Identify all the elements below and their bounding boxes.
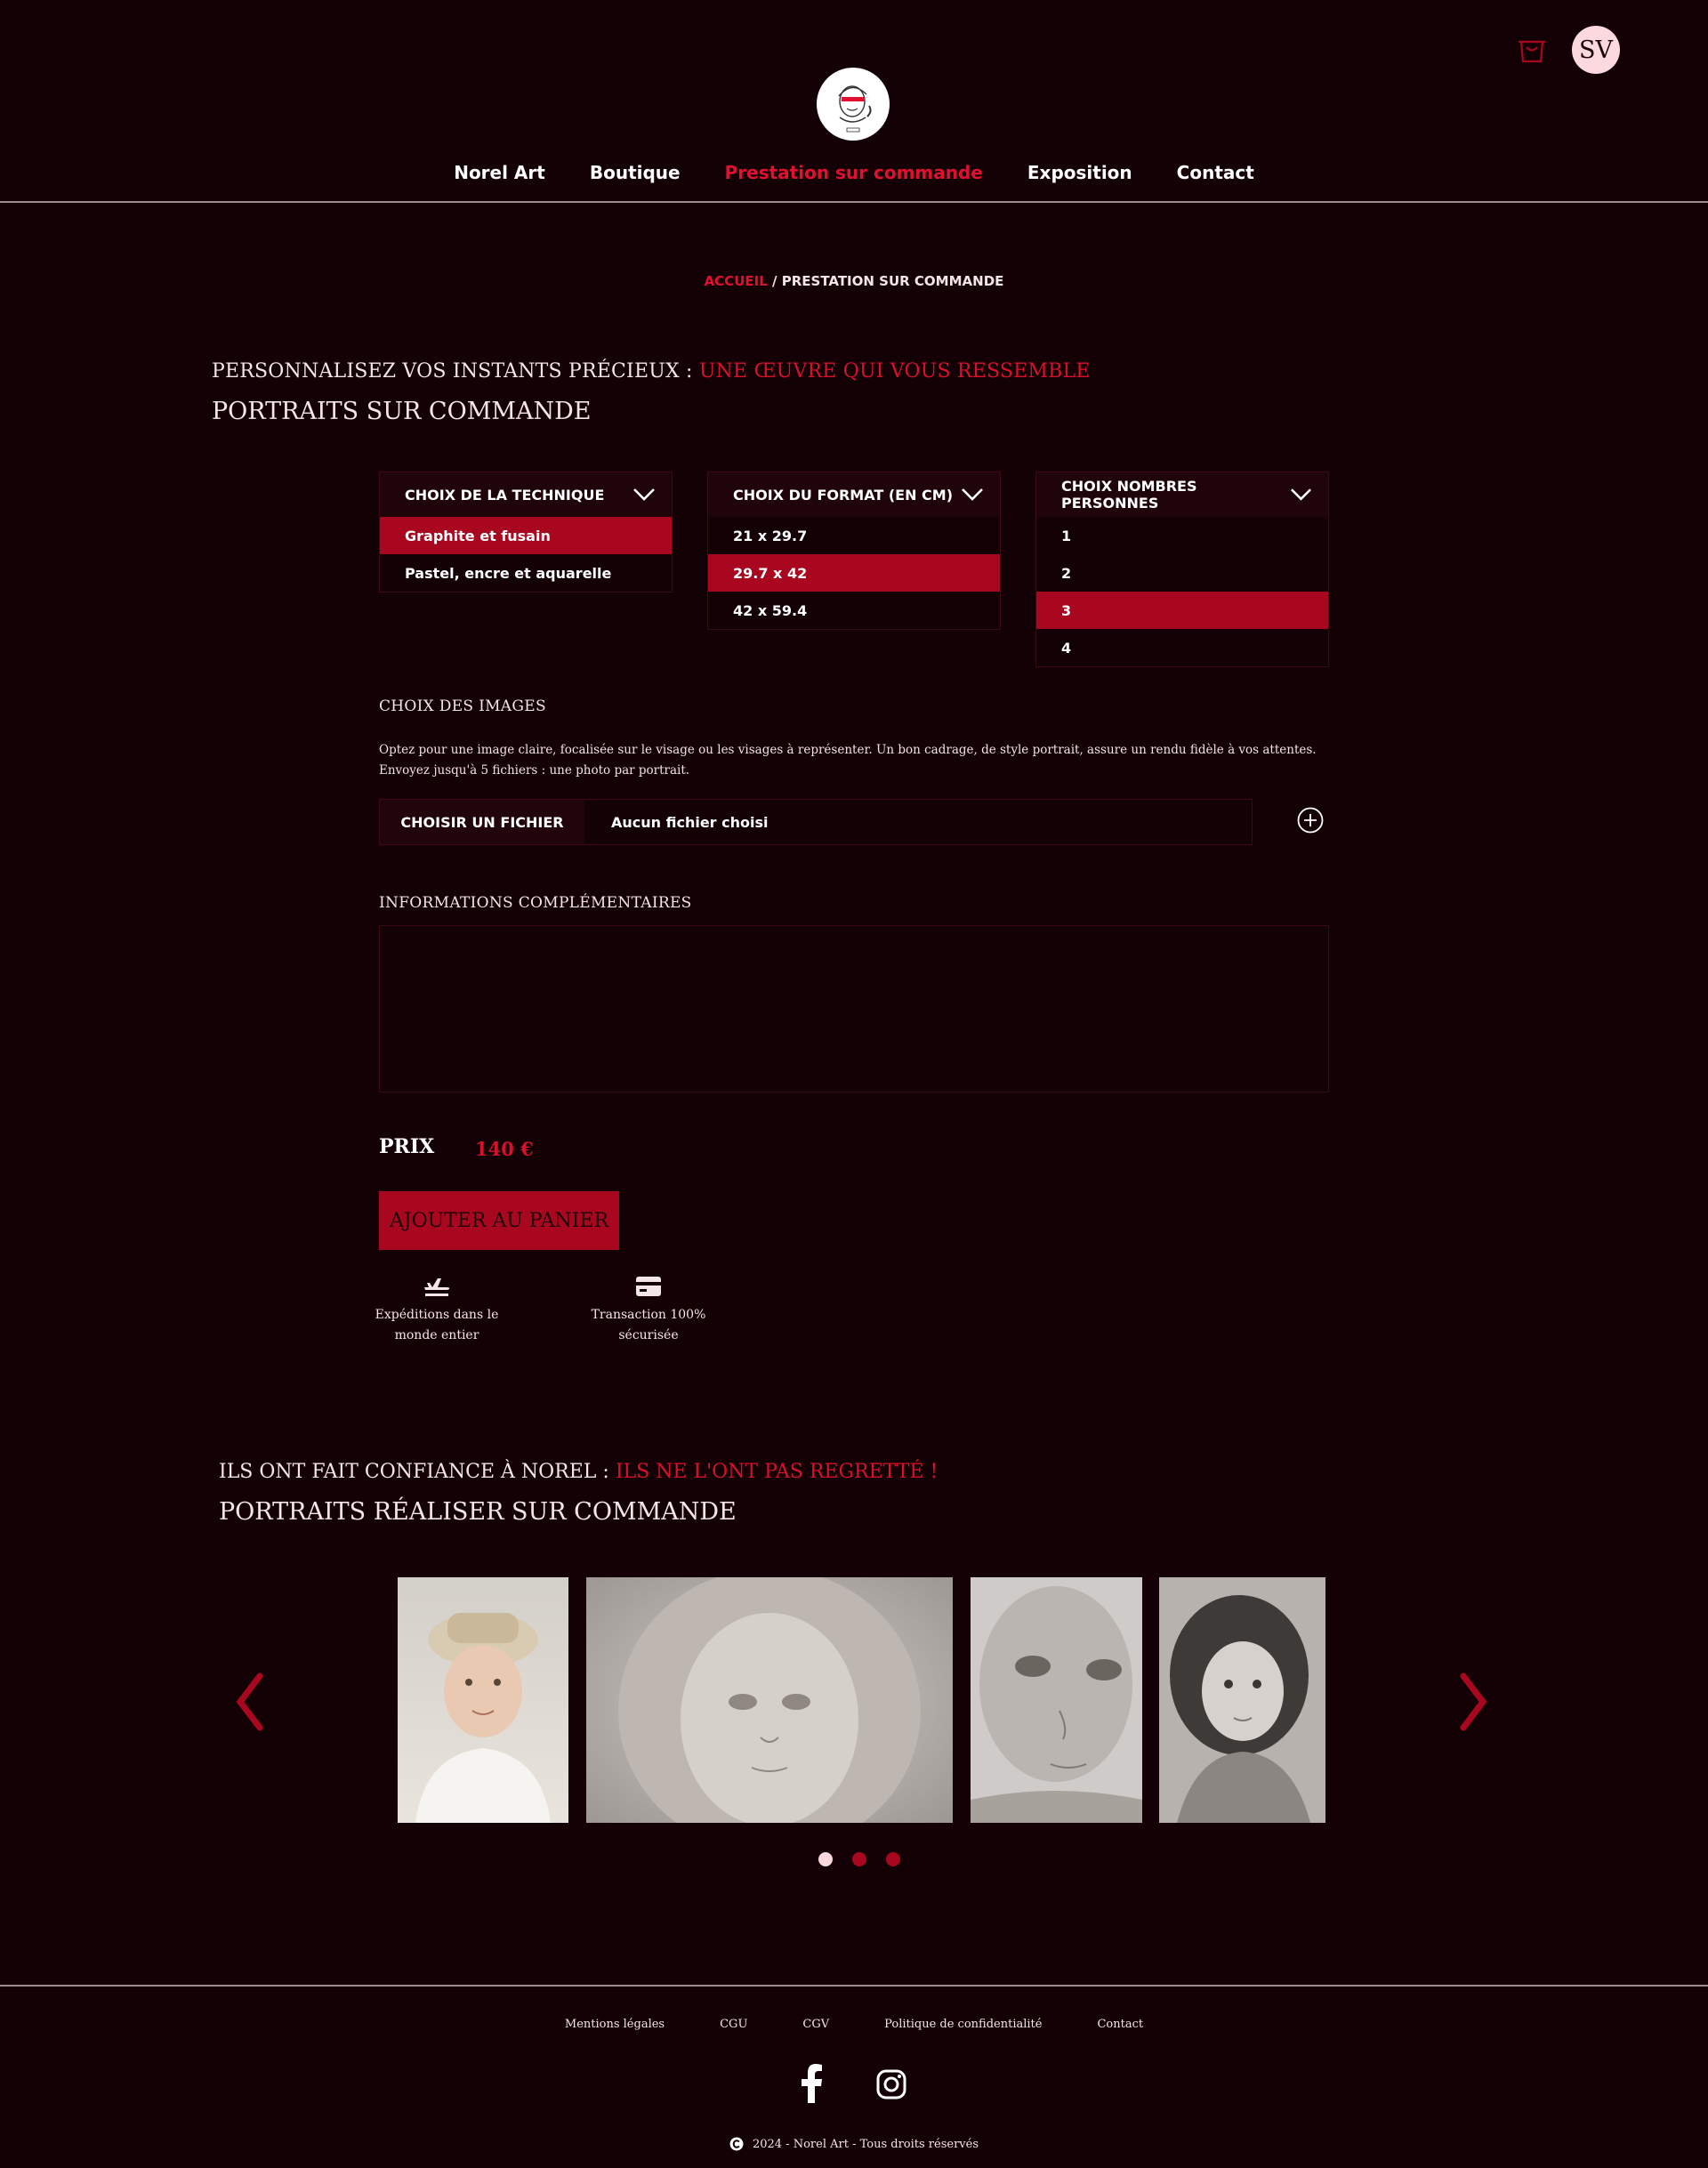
format-dropdown: CHOIX DU FORMAT (EN CM) 21 x 29.7 29.7 x… (707, 471, 1001, 630)
norel-art-logo[interactable] (817, 68, 890, 141)
page-title: PORTRAITS SUR COMMANDE (212, 398, 592, 425)
footer-link-cgv[interactable]: CGV (802, 2018, 829, 2031)
breadcrumb-current: PRESTATION SUR COMMANDE (781, 273, 1004, 289)
format-option[interactable]: 21 x 29.7 (708, 517, 1000, 554)
images-description: Optez pour une image claire, focalisée s… (379, 743, 1317, 778)
chevron-right-icon[interactable] (1456, 1671, 1492, 1733)
testimonials-heading-white: ILS ONT FAIT CONFIANCE À NOREL : (219, 1461, 616, 1483)
copyright: 2024 - Norel Art - Tous droits réservés (0, 2137, 1708, 2151)
technique-option[interactable]: Pastel, encre et aquarelle (380, 554, 672, 592)
footer-links: Mentions légales CGU CGV Politique de co… (0, 2018, 1708, 2031)
info-section-title: INFORMATIONS COMPLÉMENTAIRES (379, 894, 692, 912)
info-textarea[interactable] (379, 925, 1329, 1092)
credit-card-icon (636, 1277, 661, 1296)
images-section-title: CHOIX DES IMAGES (379, 697, 546, 715)
plus-circle-icon[interactable] (1297, 807, 1324, 834)
shopping-bag-icon[interactable] (1518, 34, 1546, 64)
copyright-icon (729, 2137, 744, 2151)
footer-link-privacy[interactable]: Politique de confidentialité (884, 2018, 1042, 2031)
gallery-portrait[interactable] (398, 1577, 568, 1823)
format-option[interactable]: 29.7 x 42 (708, 554, 1000, 592)
breadcrumb-home[interactable]: ACCUEIL (705, 273, 768, 289)
feature-payment: Transaction 100% sécurisée (568, 1275, 729, 1346)
nav-item-boutique[interactable]: Boutique (590, 162, 681, 183)
main-nav: Norel Art Boutique Prestation sur comman… (0, 162, 1708, 183)
file-upload: CHOISIR UN FICHIER Aucun fichier choisi (379, 799, 1253, 845)
persons-dropdown: CHOIX NOMBRES PERSONNES 1 2 3 4 (1035, 471, 1329, 667)
instagram-icon[interactable] (876, 2069, 906, 2099)
technique-dropdown-header[interactable]: CHOIX DE LA TECHNIQUE (380, 472, 672, 517)
intro-heading-red: UNE ŒUVRE QUI VOUS RESSEMBLE (698, 360, 1091, 383)
footer-link-contact[interactable]: Contact (1097, 2018, 1143, 2031)
price-value: 140 € (475, 1138, 534, 1160)
carousel-dot[interactable] (886, 1852, 900, 1866)
breadcrumb: ACCUEIL / PRESTATION SUR COMMANDE (0, 273, 1708, 289)
testimonials-subtitle: PORTRAITS RÉALISER SUR COMMANDE (219, 1498, 737, 1526)
footer-link-mentions[interactable]: Mentions légales (565, 2018, 665, 2031)
add-to-cart-button[interactable]: AJOUTER AU PANIER (379, 1191, 619, 1250)
footer-divider (0, 1985, 1708, 1987)
breadcrumb-separator: / (767, 273, 782, 289)
persons-dropdown-header[interactable]: CHOIX NOMBRES PERSONNES (1036, 472, 1328, 517)
copyright-text: 2024 - Norel Art - Tous droits réservés (752, 2137, 979, 2151)
chevron-down-icon (1291, 488, 1311, 501)
testimonials-heading: ILS ONT FAIT CONFIANCE À NOREL : ILS NE … (219, 1461, 938, 1483)
chevron-down-icon (633, 488, 655, 501)
gallery-portrait[interactable] (586, 1577, 953, 1823)
gallery-portrait[interactable] (1159, 1577, 1325, 1823)
testimonials-heading-red: ILS NE L'ONT PAS REGRETTÉ ! (615, 1461, 939, 1483)
gallery-portrait[interactable] (971, 1577, 1142, 1823)
user-avatar[interactable]: SV (1572, 26, 1620, 74)
feature-shipping-text: Expéditions dans le monde entier (375, 1308, 499, 1342)
persons-dropdown-title: CHOIX NOMBRES PERSONNES (1061, 478, 1197, 512)
file-status: Aucun fichier choisi (611, 813, 769, 831)
nav-item-prestation[interactable]: Prestation sur commande (725, 162, 983, 183)
price-label: PRIX (379, 1135, 435, 1158)
persons-option[interactable]: 3 (1036, 592, 1328, 629)
persons-option[interactable]: 2 (1036, 554, 1328, 592)
header-divider (0, 201, 1708, 203)
facebook-icon[interactable] (799, 2064, 824, 2103)
feature-payment-text: Transaction 100% sécurisée (591, 1308, 706, 1342)
persons-option[interactable]: 1 (1036, 517, 1328, 554)
chevron-left-icon[interactable] (231, 1671, 267, 1733)
technique-option[interactable]: Graphite et fusain (380, 517, 672, 554)
technique-dropdown: CHOIX DE LA TECHNIQUE Graphite et fusain… (379, 471, 673, 592)
nav-item-contact[interactable]: Contact (1177, 162, 1254, 183)
choose-file-button[interactable]: CHOISIR UN FICHIER (380, 800, 584, 844)
persons-option[interactable]: 4 (1036, 629, 1328, 666)
nav-item-exposition[interactable]: Exposition (1027, 162, 1132, 183)
plane-icon (424, 1278, 450, 1296)
format-option[interactable]: 42 x 59.4 (708, 592, 1000, 629)
format-dropdown-header[interactable]: CHOIX DU FORMAT (EN CM) (708, 472, 1000, 517)
carousel-dot[interactable] (818, 1852, 833, 1866)
intro-heading-white: PERSONNALISEZ VOS INSTANTS PRÉCIEUX : (212, 360, 699, 383)
technique-dropdown-title: CHOIX DE LA TECHNIQUE (405, 486, 605, 504)
format-dropdown-title: CHOIX DU FORMAT (EN CM) (733, 486, 954, 504)
carousel-dot[interactable] (852, 1852, 866, 1866)
nav-item-norel-art[interactable]: Norel Art (454, 162, 545, 183)
carousel-pagination (818, 1852, 900, 1866)
intro-heading: PERSONNALISEZ VOS INSTANTS PRÉCIEUX : UN… (212, 360, 1091, 383)
feature-shipping: Expéditions dans le monde entier (357, 1275, 517, 1346)
chevron-down-icon (962, 488, 983, 501)
footer-link-cgu[interactable]: CGU (720, 2018, 747, 2031)
